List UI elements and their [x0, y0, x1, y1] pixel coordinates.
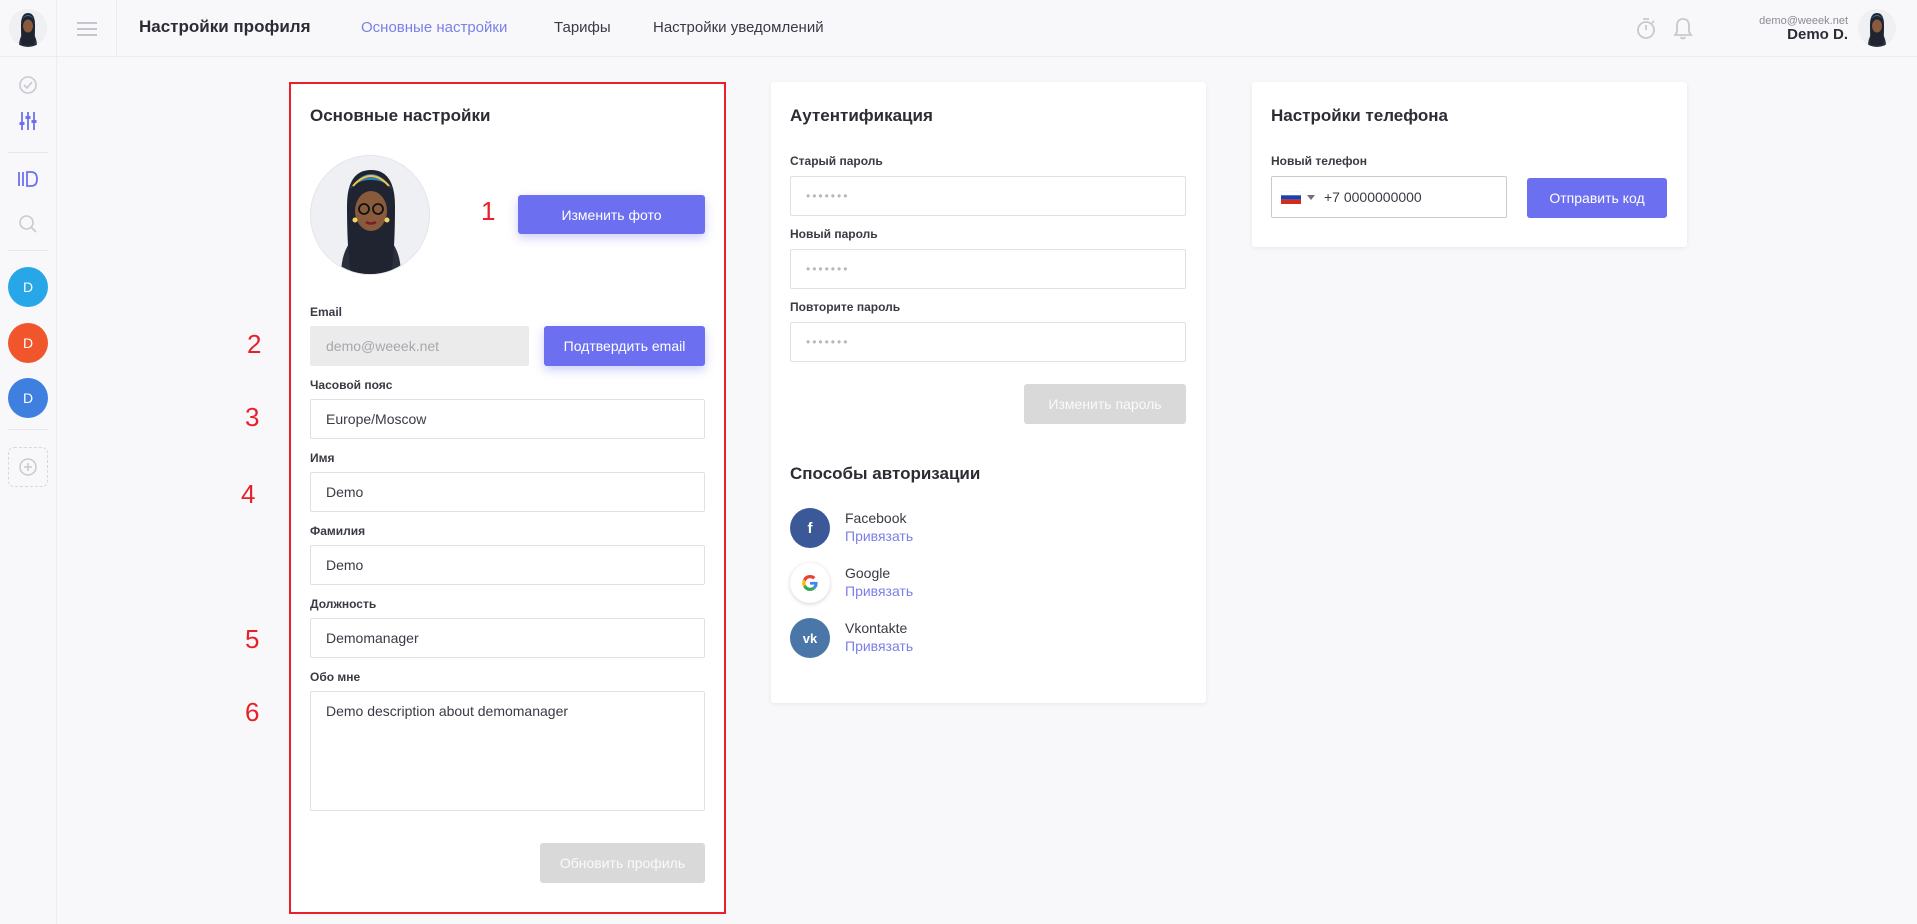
auth-method-name: Vkontakte	[845, 620, 908, 636]
menu-toggle-button[interactable]	[57, 0, 117, 57]
page-title: Настройки профиля	[139, 17, 311, 36]
old-password-field[interactable]: •••••••	[790, 176, 1186, 216]
about-textarea[interactable]: Demo description about demomanager	[310, 691, 705, 811]
last-name-field[interactable]: Demo	[310, 545, 705, 585]
sidebar-divider	[8, 429, 48, 430]
position-field[interactable]: Demomanager	[310, 618, 705, 658]
workspace-1[interactable]: D	[8, 267, 48, 307]
position-label: Должность	[310, 597, 377, 611]
auth-method-name: Facebook	[845, 510, 907, 526]
country-selector[interactable]	[1272, 177, 1324, 217]
workspace-2[interactable]: D	[8, 323, 48, 363]
workspace-3[interactable]: D	[8, 378, 48, 418]
flag-russia-icon	[1281, 190, 1301, 204]
timer-icon[interactable]	[1635, 16, 1657, 40]
search-icon	[19, 215, 37, 233]
tab-notification-settings[interactable]: Настройки уведомлений	[653, 19, 824, 36]
profile-photo	[310, 155, 430, 275]
phone-settings-title: Настройки телефона	[1271, 106, 1448, 125]
new-phone-label: Новый телефон	[1271, 154, 1367, 168]
bind-google-link[interactable]: Привязать	[845, 583, 913, 599]
auth-methods-title: Способы авторизации	[790, 464, 981, 483]
sidebar-item-settings[interactable]	[16, 109, 40, 133]
annotation-5: 5	[245, 624, 260, 654]
plus-circle-icon	[19, 458, 37, 476]
repeat-password-label: Повторите пароль	[790, 300, 901, 314]
sidebar-divider	[8, 250, 48, 251]
vk-icon: vk	[790, 618, 830, 658]
change-password-button[interactable]: Изменить пароль	[1024, 384, 1186, 424]
check-circle-icon	[19, 76, 37, 94]
bind-vkontakte-link[interactable]: Привязать	[845, 638, 913, 654]
repeat-password-field[interactable]: •••••••	[790, 322, 1186, 362]
timezone-label: Часовой пояс	[310, 378, 393, 392]
bind-facebook-link[interactable]: Привязать	[845, 528, 913, 544]
last-name-label: Фамилия	[310, 524, 366, 538]
timezone-field[interactable]: Europe/Moscow	[310, 399, 705, 439]
facebook-icon: f	[790, 508, 830, 548]
first-name-field[interactable]: Demo	[310, 472, 705, 512]
phone-value: +7 0000000000	[1324, 189, 1422, 205]
sliders-icon	[19, 112, 37, 130]
email-label: Email	[310, 305, 343, 319]
top-bar: Настройки профиля Основные настройки Тар…	[0, 0, 1917, 57]
phone-field[interactable]: +7 0000000000	[1271, 176, 1507, 218]
first-name-label: Имя	[310, 451, 335, 465]
change-photo-button[interactable]: Изменить фото	[518, 195, 705, 234]
sidebar-item-board[interactable]	[16, 167, 40, 191]
bell-icon[interactable]	[1673, 16, 1693, 40]
about-label: Обо мне	[310, 670, 361, 684]
sidebar-item-search[interactable]	[16, 212, 40, 236]
confirm-email-button[interactable]: Подтвердить email	[544, 326, 705, 366]
authentication-title: Аутентификация	[790, 106, 933, 125]
workspace-avatar[interactable]	[9, 9, 47, 47]
email-field: demo@weeek.net	[310, 326, 529, 366]
chevron-down-icon	[1307, 194, 1315, 200]
sidebar-divider	[8, 152, 48, 153]
tab-basic-settings[interactable]: Основные настройки	[361, 19, 507, 36]
annotation-3: 3	[245, 402, 260, 432]
annotation-4: 4	[241, 479, 256, 509]
google-icon	[790, 563, 830, 603]
hamburger-icon	[76, 21, 97, 36]
board-icon	[18, 171, 38, 187]
old-password-label: Старый пароль	[790, 154, 883, 168]
tab-tariffs[interactable]: Тарифы	[554, 19, 611, 36]
send-code-button[interactable]: Отправить код	[1527, 178, 1667, 218]
app-logo-cell	[0, 0, 57, 57]
new-password-label: Новый пароль	[790, 227, 878, 241]
sidebar-item-tasks[interactable]	[16, 73, 40, 97]
annotation-6: 6	[245, 697, 260, 727]
user-name: Demo D.	[1787, 26, 1848, 43]
user-avatar[interactable]	[1858, 9, 1896, 47]
update-profile-button[interactable]: Обновить профиль	[540, 843, 705, 883]
auth-method-name: Google	[845, 565, 891, 581]
new-password-field[interactable]: •••••••	[790, 249, 1186, 289]
add-workspace-button[interactable]	[8, 447, 48, 487]
annotation-2: 2	[247, 329, 262, 359]
annotation-1: 1	[481, 196, 496, 226]
left-sidebar: D D D	[0, 57, 57, 924]
basic-settings-title: Основные настройки	[310, 106, 491, 125]
